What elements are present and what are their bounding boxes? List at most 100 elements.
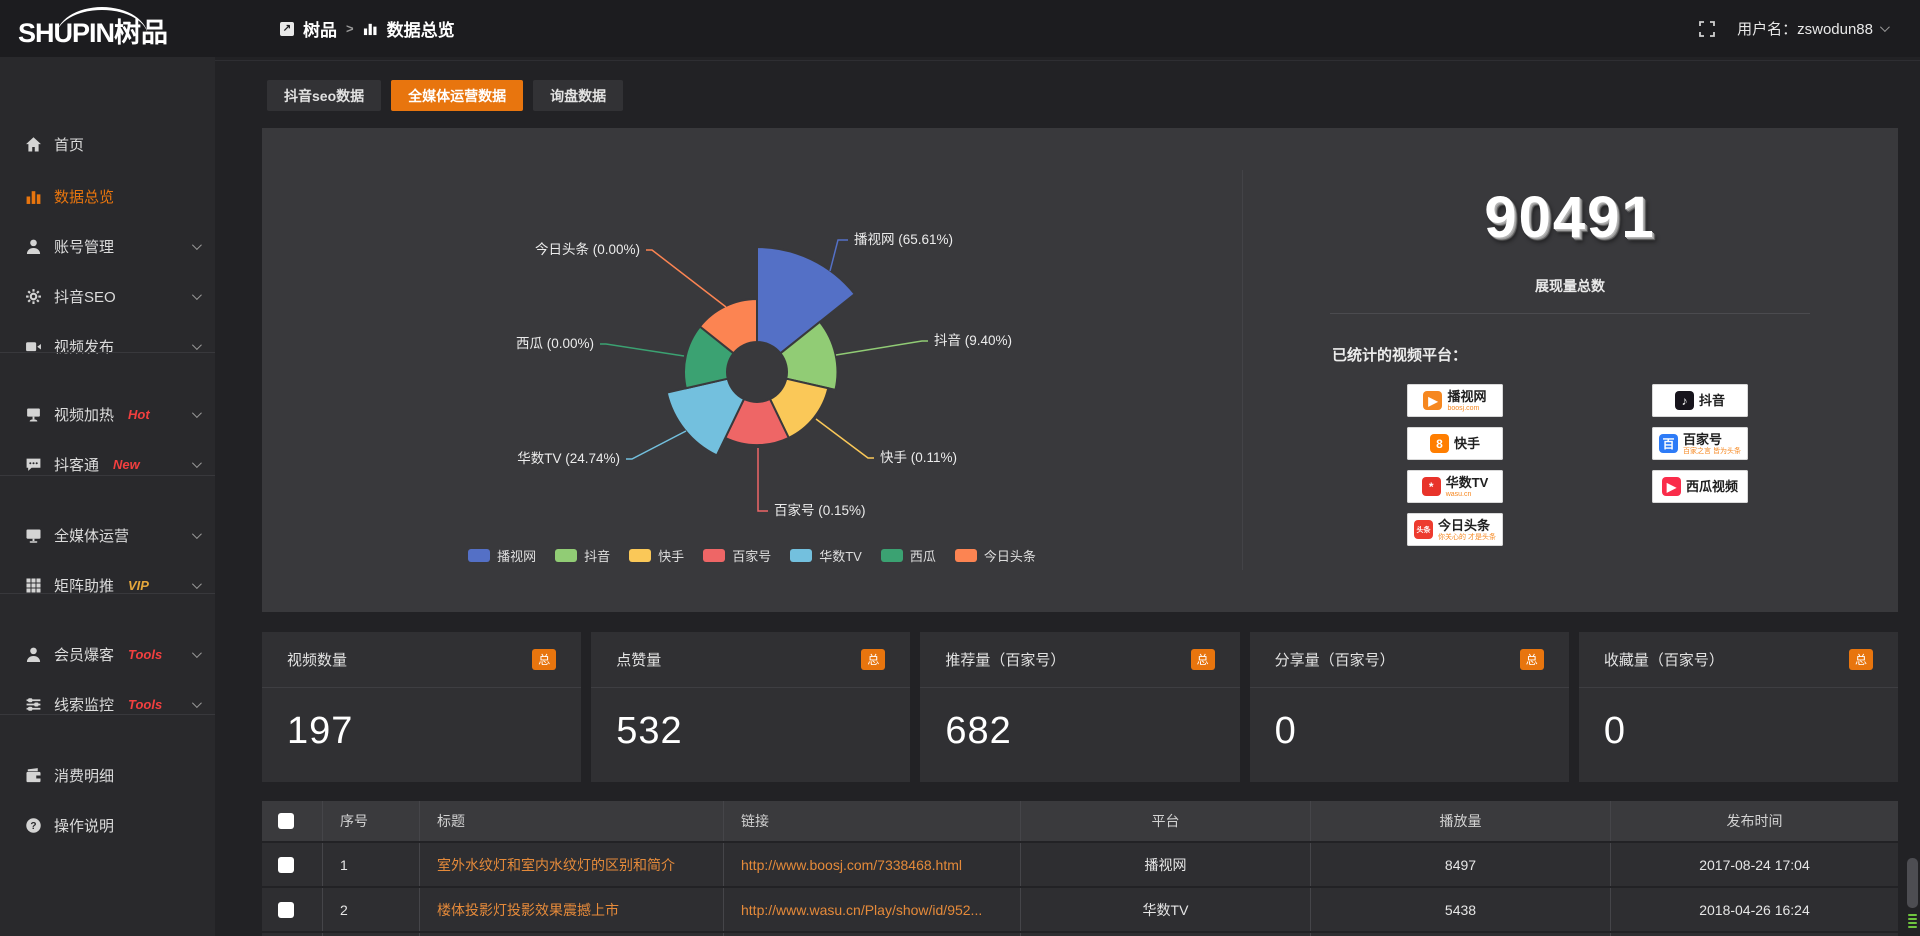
sidebar-item-13[interactable]: ?操作说明 [0, 800, 215, 850]
sidebar-item-12[interactable]: 消费明细 [0, 750, 215, 800]
stat-card-header: 收藏量（百家号）总 [1579, 632, 1898, 688]
sidebar-item-7[interactable]: 抖客通New [0, 439, 215, 489]
sidebar-item-badge: Tools [128, 647, 162, 662]
platform-logo-icon: ▶ [1662, 477, 1681, 496]
platform-logo-icon: ♪ [1675, 391, 1694, 410]
sidebar-item-5[interactable]: 视频发布 [0, 321, 215, 371]
video-url-link[interactable]: http://www.wasu.cn/Play/show/id/952... [741, 902, 982, 918]
cell-index: 2 [323, 888, 420, 931]
sidebar-item-label: 消费明细 [54, 765, 114, 786]
chevron-down-icon [192, 648, 202, 658]
member-icon [25, 646, 42, 663]
label-leader-今日头条 [646, 250, 726, 307]
chevron-down-icon [192, 529, 202, 539]
video-title-link[interactable]: 室外水纹灯和室内水纹灯的区别和简介 [437, 855, 675, 875]
breadcrumb-root[interactable]: 树品 [303, 16, 337, 41]
platform-name: 播视网 [1447, 390, 1486, 403]
platform-name: 今日头条 [1438, 519, 1490, 532]
stat-cards: 视频数量总197点赞量总532推荐量（百家号）总682分享量（百家号）总0收藏量… [262, 632, 1898, 782]
svg-text:?: ? [30, 821, 36, 832]
row-checkbox[interactable] [278, 902, 294, 918]
total-badge: 总 [532, 649, 556, 670]
fullscreen-icon[interactable] [1699, 21, 1715, 37]
header-checkbox-cell [262, 801, 323, 841]
chevron-down-icon [192, 698, 202, 708]
sidebar-item-10[interactable]: 会员爆客 Tools [0, 629, 215, 679]
stat-card-header: 推荐量（百家号） 总 [920, 632, 1239, 688]
wallet-icon [25, 767, 42, 784]
stat-card-value: 682 [920, 688, 1239, 753]
legend-item-西瓜[interactable]: 西瓜 [881, 546, 936, 565]
sidebar-item-label: 首页 [54, 134, 84, 155]
legend-item-今日头条[interactable]: 今日头条 [955, 546, 1036, 565]
legend-item-播视网[interactable]: 播视网 [468, 546, 536, 565]
total-badge: 总 [1191, 649, 1215, 670]
row-checkbox-cell [262, 843, 323, 886]
pie-label-百家号: 百家号 (0.15%) [774, 502, 866, 518]
sidebar-item-1[interactable]: 首页 [0, 119, 215, 169]
label-leader-华数TV [626, 431, 686, 459]
legend-item-华数TV[interactable]: 华数TV [790, 546, 862, 565]
chat-icon [25, 456, 42, 473]
scrollbar-thumb[interactable] [1907, 858, 1918, 908]
column-header-5: 播放量 [1311, 801, 1611, 841]
cell-time: 2017-08-24 17:04 [1611, 843, 1898, 886]
legend-swatch [703, 549, 725, 562]
sidebar-item-label: 抖音SEO [54, 286, 116, 307]
row-checkbox[interactable] [278, 857, 294, 873]
column-header-2: 标题 [420, 801, 724, 841]
platform-logo-icon: * [1422, 477, 1441, 496]
tab-3[interactable]: 询盘数据 [533, 80, 623, 111]
sidebar-item-4[interactable]: 抖音SEO [0, 271, 215, 321]
sidebar-item-badge: VIP [128, 578, 149, 593]
pie-label-华数TV: 华数TV (24.74%) [517, 451, 620, 466]
pie-slice-华数TV[interactable] [667, 379, 744, 456]
chart-panel: 播视网 (65.61%)抖音 (9.40%)快手 (0.11%)百家号 (0.1… [262, 128, 1898, 612]
stat-card-title: 视频数量 [287, 649, 347, 670]
tab-2[interactable]: 全媒体运营数据 [391, 80, 523, 111]
legend-item-抖音[interactable]: 抖音 [555, 546, 610, 565]
platform-badge-华数TV: *华数TVwasu.cn [1407, 470, 1503, 503]
user-menu[interactable]: 用户名：zswodun88 [1737, 18, 1887, 39]
pie-label-西瓜: 西瓜 (0.00%) [516, 336, 594, 351]
user-icon [25, 238, 42, 255]
chevron-down-icon [192, 290, 202, 300]
video-title-link[interactable]: 楼体投影灯投影效果震撼上市 [437, 900, 619, 920]
row-checkbox-cell [262, 888, 323, 931]
platform-sub: 你关心的 才是头条 [1438, 534, 1496, 541]
stat-card-header: 分享量（百家号）总 [1250, 632, 1569, 688]
app-logo[interactable]: SHUPIN树品 [18, 11, 198, 50]
top-header: SHUPIN树品 ↗ 树品 > 数据总览 用户名：zswodun88 [0, 0, 1920, 57]
sidebar-item-9[interactable]: 矩阵助推VIP [0, 560, 215, 610]
sidebar-item-8[interactable]: 全媒体运营 [0, 510, 215, 560]
select-all-checkbox[interactable] [278, 813, 294, 829]
legend-swatch [629, 549, 651, 562]
breadcrumb-current[interactable]: 数据总览 [387, 16, 455, 41]
platform-name: 百家号 [1683, 433, 1722, 446]
label-leader-快手 [816, 419, 874, 458]
platform-sub: wasu.cn [1446, 491, 1472, 498]
sidebar-divider [0, 475, 215, 476]
label-leader-西瓜 [600, 344, 684, 356]
legend-item-百家号[interactable]: 百家号 [703, 546, 771, 565]
summary-divider [1330, 313, 1810, 314]
chevron-down-icon [192, 240, 202, 250]
sidebar-item-6[interactable]: 视频加热Hot [0, 389, 215, 439]
home-icon [25, 136, 42, 153]
platform-badge-百家号: 百百家号百家之言 皆为头条 [1652, 427, 1748, 460]
stat-card-value: 532 [591, 688, 910, 753]
video-url-link[interactable]: http://www.boosj.com/7338468.html [741, 857, 962, 873]
total-impressions-value: 90491 [1242, 184, 1898, 251]
legend-item-快手[interactable]: 快手 [629, 546, 684, 565]
sidebar-item-11[interactable]: 线索监控Tools [0, 679, 215, 729]
sidebar-item-2[interactable]: 数据总览 [0, 171, 215, 221]
sidebar-item-label: 账号管理 [54, 236, 114, 257]
heat-icon [25, 406, 42, 423]
stat-card-title: 推荐量（百家号） [945, 649, 1065, 670]
tab-1[interactable]: 抖音seo数据 [267, 80, 381, 111]
sidebar-item-badge: Hot [128, 407, 150, 422]
stat-card-5: 收藏量（百家号）总0 [1579, 632, 1898, 782]
sidebar-item-3[interactable]: 账号管理 [0, 221, 215, 271]
platform-logo-icon: ▶ [1423, 391, 1442, 410]
sidebar-item-label: 会员爆客 [54, 644, 114, 665]
